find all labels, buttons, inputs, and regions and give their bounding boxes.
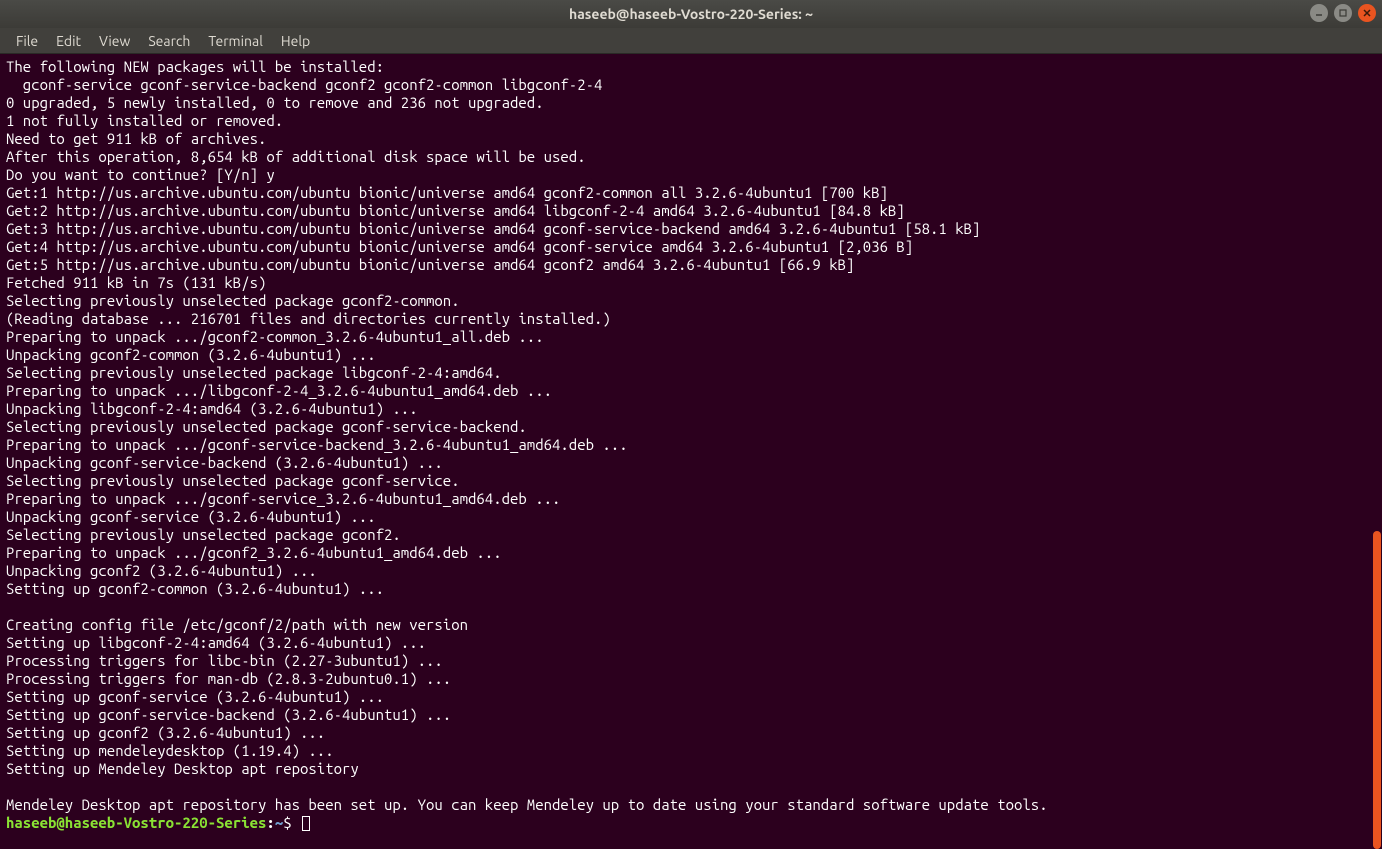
terminal-output-line: Fetched 911 kB in 7s (131 kB/s) <box>6 274 1376 292</box>
terminal-output-line: Processing triggers for man-db (2.8.3-2u… <box>6 670 1376 688</box>
menu-file[interactable]: File <box>8 30 46 52</box>
terminal-output-line: Preparing to unpack .../gconf2_3.2.6-4ub… <box>6 544 1376 562</box>
terminal-output-line: (Reading database ... 216701 files and d… <box>6 310 1376 328</box>
terminal-output-line: Do you want to continue? [Y/n] y <box>6 166 1376 184</box>
prompt-dollar: $ <box>283 814 300 831</box>
terminal-output-line: 0 upgraded, 5 newly installed, 0 to remo… <box>6 94 1376 112</box>
prompt-user-host: haseeb@haseeb-Vostro-220-Series <box>6 814 266 831</box>
cursor-icon <box>302 816 310 831</box>
terminal-output-line: Processing triggers for libc-bin (2.27-3… <box>6 652 1376 670</box>
menu-help[interactable]: Help <box>273 30 318 52</box>
terminal-output-line: Setting up libgconf-2-4:amd64 (3.2.6-4ub… <box>6 634 1376 652</box>
terminal-output-line: Mendeley Desktop apt repository has been… <box>6 796 1376 814</box>
menu-edit[interactable]: Edit <box>48 30 89 52</box>
scrollbar-track[interactable] <box>1372 54 1382 849</box>
menu-terminal[interactable]: Terminal <box>200 30 271 52</box>
terminal-output-line: Unpacking libgconf-2-4:amd64 (3.2.6-4ubu… <box>6 400 1376 418</box>
terminal-output-line: Unpacking gconf2 (3.2.6-4ubuntu1) ... <box>6 562 1376 580</box>
window-title: haseeb@haseeb-Vostro-220-Series: ~ <box>569 6 813 22</box>
titlebar: haseeb@haseeb-Vostro-220-Series: ~ <box>0 0 1382 28</box>
terminal-output-line: Preparing to unpack .../gconf2-common_3.… <box>6 328 1376 346</box>
terminal-output-line: Unpacking gconf-service-backend (3.2.6-4… <box>6 454 1376 472</box>
terminal-output-line <box>6 778 1376 796</box>
terminal-output-line: Get:2 http://us.archive.ubuntu.com/ubunt… <box>6 202 1376 220</box>
terminal-output-line: The following NEW packages will be insta… <box>6 58 1376 76</box>
terminal-output-line: Setting up gconf2-common (3.2.6-4ubuntu1… <box>6 580 1376 598</box>
terminal-output-line: 1 not fully installed or removed. <box>6 112 1376 130</box>
prompt-colon: : <box>266 814 274 831</box>
terminal-output-line: Unpacking gconf-service (3.2.6-4ubuntu1)… <box>6 508 1376 526</box>
menu-view[interactable]: View <box>91 30 138 52</box>
terminal-output-line: Get:3 http://us.archive.ubuntu.com/ubunt… <box>6 220 1376 238</box>
terminal-output-line <box>6 598 1376 616</box>
terminal-output-line: Selecting previously unselected package … <box>6 364 1376 382</box>
terminal-output-line: Get:1 http://us.archive.ubuntu.com/ubunt… <box>6 184 1376 202</box>
terminal-prompt-line[interactable]: haseeb@haseeb-Vostro-220-Series:~$ <box>6 814 1376 832</box>
terminal-output-line: Selecting previously unselected package … <box>6 292 1376 310</box>
terminal-output-line: Selecting previously unselected package … <box>6 418 1376 436</box>
terminal-output-line: After this operation, 8,654 kB of additi… <box>6 148 1376 166</box>
prompt-path: ~ <box>275 814 283 831</box>
terminal-output-line: Preparing to unpack .../gconf-service-ba… <box>6 436 1376 454</box>
terminal-output-line: Setting up gconf-service (3.2.6-4ubuntu1… <box>6 688 1376 706</box>
terminal-output-line: gconf-service gconf-service-backend gcon… <box>6 76 1376 94</box>
terminal-viewport[interactable]: The following NEW packages will be insta… <box>0 54 1382 836</box>
terminal-output-line: Setting up gconf-service-backend (3.2.6-… <box>6 706 1376 724</box>
maximize-button[interactable] <box>1334 4 1352 22</box>
terminal-output-line: Preparing to unpack .../libgconf-2-4_3.2… <box>6 382 1376 400</box>
terminal-output-line: Setting up gconf2 (3.2.6-4ubuntu1) ... <box>6 724 1376 742</box>
scrollbar-thumb[interactable] <box>1373 531 1381 849</box>
terminal-output-line: Setting up mendeleydesktop (1.19.4) ... <box>6 742 1376 760</box>
terminal-output-line: Selecting previously unselected package … <box>6 526 1376 544</box>
terminal-output-line: Get:5 http://us.archive.ubuntu.com/ubunt… <box>6 256 1376 274</box>
terminal-output-line: Selecting previously unselected package … <box>6 472 1376 490</box>
menubar: File Edit View Search Terminal Help <box>0 28 1382 54</box>
terminal-output-line: Preparing to unpack .../gconf-service_3.… <box>6 490 1376 508</box>
close-button[interactable] <box>1358 4 1376 22</box>
terminal-output-line: Setting up Mendeley Desktop apt reposito… <box>6 760 1376 778</box>
terminal-output-line: Creating config file /etc/gconf/2/path w… <box>6 616 1376 634</box>
window-controls <box>1310 4 1376 22</box>
minimize-button[interactable] <box>1310 4 1328 22</box>
terminal-output-line: Need to get 911 kB of archives. <box>6 130 1376 148</box>
menu-search[interactable]: Search <box>140 30 198 52</box>
terminal-output-line: Unpacking gconf2-common (3.2.6-4ubuntu1)… <box>6 346 1376 364</box>
terminal-output-line: Get:4 http://us.archive.ubuntu.com/ubunt… <box>6 238 1376 256</box>
